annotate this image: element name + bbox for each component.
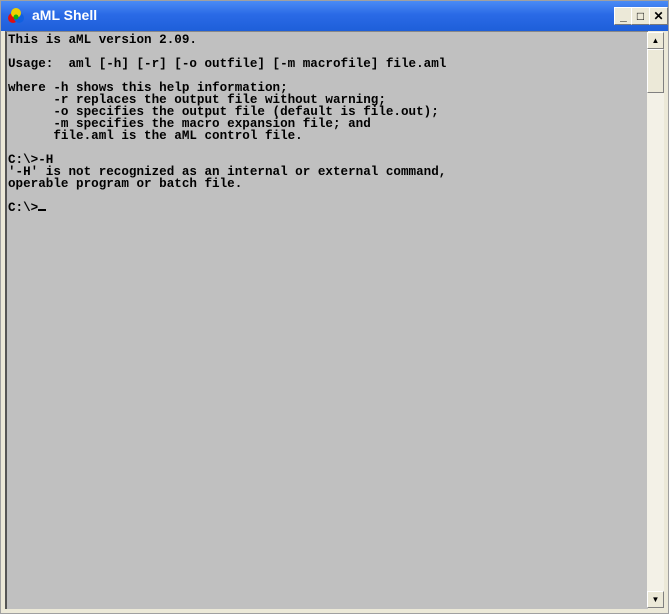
window-title: aML Shell (32, 7, 98, 23)
close-icon: ✕ (653, 9, 664, 23)
console-window: aML Shell _ □ ✕ This is aML version 2.09… (0, 0, 669, 614)
scroll-up-button[interactable]: ▲ (647, 32, 664, 49)
console-output[interactable]: This is aML version 2.09. Usage: aml [-h… (5, 31, 648, 609)
console-line: C:\> (8, 201, 39, 215)
scroll-down-button[interactable]: ▼ (647, 591, 664, 608)
scroll-thumb[interactable] (647, 49, 664, 93)
title-bar[interactable]: aML Shell _ □ ✕ (1, 1, 668, 31)
console-line: operable program or batch file. (8, 177, 243, 191)
text-cursor (38, 209, 47, 211)
console-line: This is aML version 2.09. (8, 33, 197, 47)
console-line: Usage: aml [-h] [-r] [-o outfile] [-m ma… (8, 57, 447, 71)
maximize-icon: □ (636, 9, 645, 23)
minimize-icon: _ (620, 9, 627, 23)
console-text: This is aML version 2.09. Usage: aml [-h… (7, 32, 648, 215)
aml-app-icon (8, 8, 24, 23)
console-line: file.aml is the aML control file. (8, 129, 303, 143)
close-button[interactable]: ✕ (649, 7, 668, 25)
arrow-down-icon: ▼ (651, 595, 660, 604)
maximize-button[interactable]: □ (631, 7, 650, 25)
vertical-scrollbar[interactable]: ▲ ▼ (647, 32, 664, 608)
arrow-up-icon: ▲ (651, 36, 660, 45)
